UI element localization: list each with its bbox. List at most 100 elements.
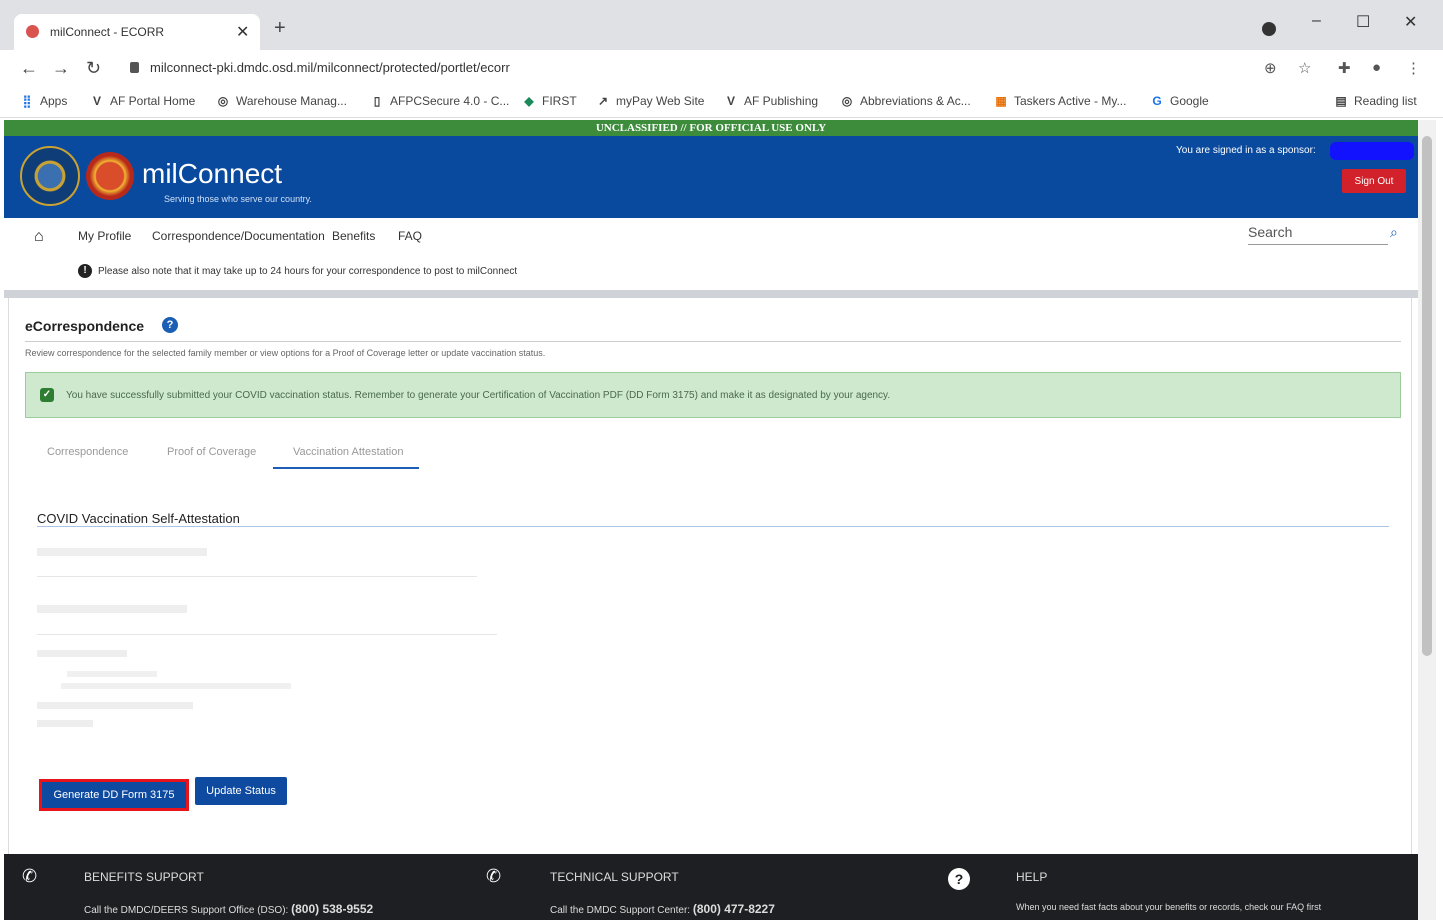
minimize-icon[interactable]: – bbox=[1312, 12, 1321, 30]
nav-correspondence[interactable]: Correspondence/Documentation bbox=[152, 229, 325, 243]
reading-list-icon: ▤ bbox=[1335, 94, 1347, 108]
list-item-blurred bbox=[67, 671, 157, 677]
update-status-button[interactable]: Update Status bbox=[195, 777, 287, 805]
page-icon: ▯ bbox=[373, 94, 381, 108]
section-divider bbox=[4, 290, 1418, 298]
new-tab-icon[interactable]: + bbox=[274, 18, 286, 38]
section-rule bbox=[37, 526, 1389, 527]
field-label-blurred bbox=[37, 650, 127, 657]
bookmark-star-icon[interactable]: ☆ bbox=[1298, 59, 1311, 77]
phone-icon: ✆ bbox=[22, 866, 38, 886]
bookmark-af-portal[interactable]: V AF Portal Home bbox=[90, 94, 195, 108]
redacted-name bbox=[1330, 142, 1414, 160]
info-icon: ! bbox=[78, 264, 92, 278]
page-title: eCorrespondence bbox=[25, 318, 145, 334]
first-logo-icon: ◆ bbox=[524, 94, 534, 108]
address-bar[interactable]: milconnect-pki.dmdc.osd.mil/milconnect/p… bbox=[150, 60, 510, 75]
google-icon: G bbox=[1152, 94, 1162, 108]
nav-faq[interactable]: FAQ bbox=[398, 229, 422, 243]
field-underline bbox=[37, 576, 477, 577]
bookmark-apps[interactable]: ⣿ Apps bbox=[20, 94, 68, 108]
tab-correspondence[interactable]: Correspondence bbox=[47, 446, 128, 458]
reload-icon[interactable]: ↻ bbox=[86, 58, 101, 79]
field-label-blurred bbox=[37, 702, 193, 709]
account-icon[interactable]: ● bbox=[1372, 59, 1381, 76]
list-item-blurred bbox=[61, 683, 291, 689]
office-icon: ▦ bbox=[995, 94, 1007, 108]
bookmark-first[interactable]: ◆ FIRST bbox=[522, 94, 576, 108]
bookmark-afpcsecure[interactable]: ▯ AFPCSecure 4.0 - C... bbox=[370, 94, 510, 108]
generate-dd-form-3175-button[interactable]: Generate DD Form 3175 bbox=[39, 779, 189, 811]
home-icon[interactable]: ⌂ bbox=[34, 228, 44, 246]
success-alert: ✓ You have successfully submitted your C… bbox=[25, 372, 1401, 418]
active-tab-indicator bbox=[273, 467, 419, 469]
close-window-icon[interactable]: ✕ bbox=[1404, 12, 1417, 32]
notice-bar: ! Please also note that it may take up t… bbox=[4, 256, 1418, 290]
help-icon[interactable]: ? bbox=[162, 317, 178, 333]
help-heading: HELP bbox=[1016, 870, 1048, 884]
technical-support-heading: TECHNICAL SUPPORT bbox=[550, 870, 679, 884]
field-underline bbox=[37, 634, 497, 635]
help-text[interactable]: When you need fast facts about your bene… bbox=[1016, 902, 1321, 912]
reading-list[interactable]: ▤ Reading list bbox=[1334, 94, 1416, 108]
sponsor-status: You are signed in as a sponsor: bbox=[1176, 145, 1316, 156]
tab-vaccination-attestation[interactable]: Vaccination Attestation bbox=[293, 446, 403, 458]
sign-out-button[interactable]: Sign Out bbox=[1342, 169, 1406, 193]
dod-seal-icon bbox=[20, 146, 80, 206]
support-footer: ✆ BENEFITS SUPPORT Call the DMDC/DEERS S… bbox=[4, 854, 1418, 920]
technical-phone[interactable]: (800) 477-8227 bbox=[693, 902, 775, 916]
bookmark-abbreviations[interactable]: ◎ Abbreviations & Ac... bbox=[840, 94, 971, 108]
technical-support-text: Call the DMDC Support Center: (800) 477-… bbox=[550, 902, 775, 916]
site-brand[interactable]: milConnect bbox=[142, 158, 282, 190]
close-tab-icon[interactable]: ✕ bbox=[236, 22, 249, 42]
bookmarks-bar: ⣿ Apps V AF Portal Home ◎ Warehouse Manag..… bbox=[0, 86, 1443, 118]
profile-icon[interactable] bbox=[1262, 22, 1276, 36]
site-tagline: Serving those who serve our country. bbox=[164, 194, 312, 204]
maximize-icon[interactable]: ☐ bbox=[1356, 12, 1370, 32]
check-icon: ✓ bbox=[40, 388, 54, 402]
benefits-phone[interactable]: (800) 538-9552 bbox=[291, 902, 373, 916]
notice-text: Please also note that it may take up to … bbox=[98, 266, 518, 277]
classification-banner: UNCLASSIFIED // FOR OFFICIAL USE ONLY bbox=[4, 120, 1418, 136]
af-logo-icon: V bbox=[92, 94, 101, 108]
field-value-blurred bbox=[37, 720, 93, 727]
section-title: COVID Vaccination Self-Attestation bbox=[37, 511, 240, 526]
main-content: eCorrespondence ? Review correspondence … bbox=[8, 298, 1412, 854]
zoom-icon[interactable]: ⊕ bbox=[1264, 59, 1277, 77]
phone-icon: ✆ bbox=[486, 866, 502, 886]
search-icon[interactable]: ⌕ bbox=[1390, 224, 1398, 241]
lock-icon bbox=[130, 62, 139, 73]
browser-tabstrip: milConnect - ECORR ✕ + – ☐ ✕ bbox=[0, 0, 1443, 50]
main-nav: ⌂ My Profile Correspondence/Documentatio… bbox=[4, 218, 1418, 256]
globe-icon: ◎ bbox=[841, 94, 853, 108]
nav-benefits[interactable]: Benefits bbox=[332, 229, 375, 243]
dmdc-seal-icon bbox=[86, 152, 134, 200]
title-divider bbox=[25, 341, 1401, 342]
alert-text: You have successfully submitted your COV… bbox=[66, 390, 891, 401]
site-header: milConnect Serving those who serve our c… bbox=[4, 136, 1418, 218]
help-icon: ? bbox=[948, 868, 970, 890]
nav-my-profile[interactable]: My Profile bbox=[78, 229, 131, 243]
extensions-icon[interactable]: ✚ bbox=[1338, 59, 1351, 77]
tab-proof-of-coverage[interactable]: Proof of Coverage bbox=[167, 446, 256, 458]
back-icon[interactable]: ← bbox=[20, 58, 38, 79]
bookmark-af-publishing[interactable]: V AF Publishing bbox=[724, 94, 818, 108]
forward-icon[interactable]: → bbox=[52, 58, 70, 79]
search-input[interactable]: Search bbox=[1248, 224, 1388, 245]
mypay-icon: ↗ bbox=[597, 94, 609, 108]
bookmark-warehouse[interactable]: ◎ Warehouse Manag... bbox=[216, 94, 347, 108]
bookmark-google[interactable]: G Google bbox=[1150, 94, 1208, 108]
globe-icon: ◎ bbox=[217, 94, 229, 108]
bookmark-mypay[interactable]: ↗ myPay Web Site bbox=[596, 94, 705, 108]
field-label-blurred bbox=[37, 548, 207, 556]
browser-tab[interactable]: milConnect - ECORR ✕ bbox=[14, 14, 260, 50]
scrollbar-thumb[interactable] bbox=[1422, 136, 1432, 656]
page-scrollbar[interactable] bbox=[1418, 120, 1436, 920]
bookmark-taskers[interactable]: ▦ Taskers Active - My... bbox=[994, 94, 1126, 108]
menu-icon[interactable]: ⋮ bbox=[1406, 59, 1421, 77]
benefits-support-heading: BENEFITS SUPPORT bbox=[84, 870, 204, 884]
page-description: Review correspondence for the selected f… bbox=[25, 348, 546, 358]
field-label-blurred bbox=[37, 605, 187, 613]
browser-toolbar: ← → ↻ milconnect-pki.dmdc.osd.mil/milcon… bbox=[0, 50, 1443, 86]
af-logo-icon: V bbox=[726, 94, 735, 108]
